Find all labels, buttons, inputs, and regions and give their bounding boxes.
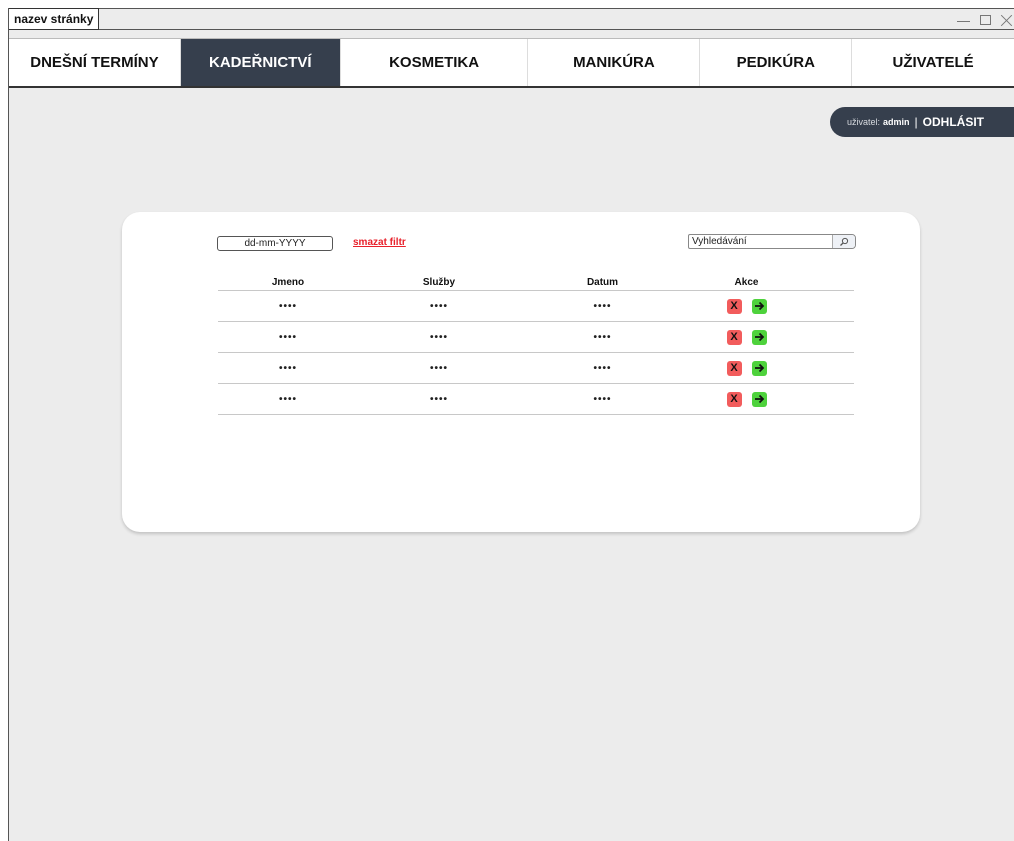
search-box xyxy=(688,234,856,249)
arrow-right-icon xyxy=(754,363,764,373)
appointments-panel: smazat filtr Jmeno Služby Datum Akce •••… xyxy=(122,212,920,532)
open-button[interactable] xyxy=(751,329,767,345)
app-window: nazev stránky DNEŠNÍ TERMÍNY KADEŘNICTVÍ… xyxy=(8,8,1014,841)
open-button[interactable] xyxy=(751,360,767,376)
delete-button[interactable]: X xyxy=(726,298,742,314)
header-date: Datum xyxy=(586,276,619,288)
cell-date: •••• xyxy=(593,331,612,343)
search-input[interactable] xyxy=(689,235,832,248)
user-label: uživatel: xyxy=(847,117,881,127)
tab-pedikura[interactable]: PEDIKÚRA xyxy=(700,39,853,86)
cell-date: •••• xyxy=(593,362,612,374)
user-separator: | xyxy=(914,115,918,129)
cell-name: •••• xyxy=(278,362,297,374)
window-controls xyxy=(956,9,1014,30)
minimize-button[interactable] xyxy=(956,17,970,22)
header-name: Jmeno xyxy=(271,276,305,288)
cell-service: •••• xyxy=(429,362,448,374)
table-row: •••• •••• •••• X xyxy=(218,353,854,384)
main-nav: DNEŠNÍ TERMÍNY KADEŘNICTVÍ KOSMETIKA MAN… xyxy=(9,38,1014,88)
appointments-table: Jmeno Služby Datum Akce •••• •••• •••• X… xyxy=(218,274,854,415)
header-actions: Akce xyxy=(734,276,759,288)
close-icon xyxy=(1001,14,1013,26)
user-info: uživatel: admin | ODHLÁSIT xyxy=(830,107,1014,137)
arrow-right-icon xyxy=(754,301,764,311)
logout-button[interactable]: ODHLÁSIT xyxy=(923,115,984,129)
tab-manikura[interactable]: MANIKÚRA xyxy=(528,39,701,86)
arrow-right-icon xyxy=(754,332,764,342)
maximize-button[interactable] xyxy=(978,14,992,25)
tab-kadernictvi[interactable]: KADEŘNICTVÍ xyxy=(180,39,341,86)
delete-button[interactable]: X xyxy=(726,329,742,345)
header-service: Služby xyxy=(422,276,456,288)
table-row: •••• •••• •••• X xyxy=(218,291,854,322)
tab-dnesni-terminy[interactable]: DNEŠNÍ TERMÍNY xyxy=(9,39,181,86)
cell-service: •••• xyxy=(429,393,448,405)
window-title: nazev stránky xyxy=(9,8,100,30)
close-button[interactable] xyxy=(1000,14,1014,26)
user-name: admin xyxy=(883,117,910,127)
clear-filter-link[interactable]: smazat filtr xyxy=(353,237,406,248)
cell-date: •••• xyxy=(593,300,612,312)
cell-service: •••• xyxy=(429,331,448,343)
open-button[interactable] xyxy=(751,298,767,314)
date-filter-input[interactable] xyxy=(217,236,333,251)
table-header: Jmeno Služby Datum Akce xyxy=(218,274,854,291)
cell-name: •••• xyxy=(278,300,297,312)
table-row: •••• •••• •••• X xyxy=(218,322,854,353)
tab-kosmetika[interactable]: KOSMETIKA xyxy=(341,39,529,86)
delete-button[interactable]: X xyxy=(726,391,742,407)
table-row: •••• •••• •••• X xyxy=(218,384,854,415)
cell-service: •••• xyxy=(429,300,448,312)
search-button[interactable] xyxy=(832,235,855,248)
open-button[interactable] xyxy=(751,391,767,407)
title-bar: nazev stránky xyxy=(9,8,1014,30)
delete-button[interactable]: X xyxy=(726,360,742,376)
cell-date: •••• xyxy=(593,393,612,405)
tab-uzivatele[interactable]: UŽIVATELÉ xyxy=(852,39,1014,86)
search-icon xyxy=(840,237,849,246)
cell-name: •••• xyxy=(278,331,297,343)
cell-name: •••• xyxy=(278,393,297,405)
maximize-icon xyxy=(979,14,991,25)
minimize-icon xyxy=(956,21,970,22)
arrow-right-icon xyxy=(754,394,764,404)
